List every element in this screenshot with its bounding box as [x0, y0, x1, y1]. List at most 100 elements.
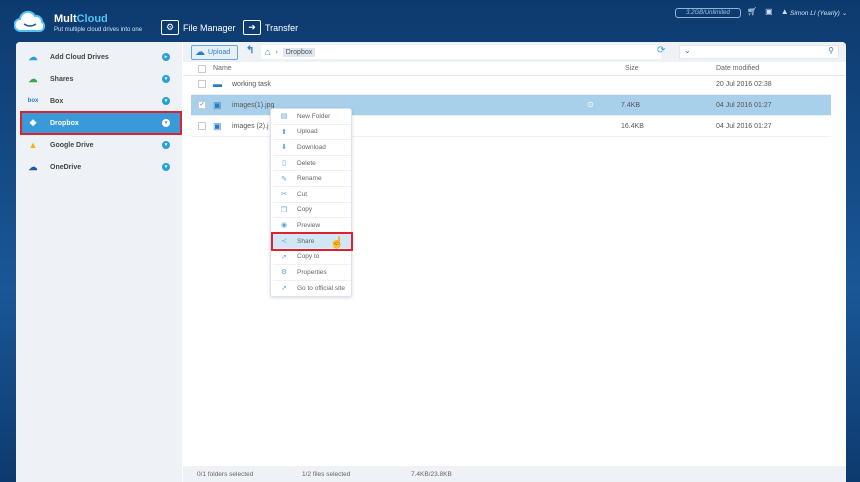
- chevron-down-icon[interactable]: ▾: [162, 97, 170, 105]
- sidebar-item-label: Google Drive: [50, 141, 94, 149]
- cloud-plus-icon: ☁: [28, 51, 38, 62]
- table-row[interactable]: ▬ working task 20 Jul 2016 02:38: [191, 74, 831, 95]
- menu-label: Share: [297, 237, 315, 245]
- copy-icon: ❐: [280, 206, 288, 214]
- image-file-icon: ▣: [213, 100, 222, 110]
- menu-item-preview[interactable]: ◉ Preview: [273, 218, 351, 234]
- eye-icon: ◉: [280, 222, 288, 230]
- chevron-down-icon[interactable]: ▾: [162, 75, 170, 83]
- chevron-down-icon[interactable]: ▾: [162, 141, 170, 149]
- upload-icon: ⬆: [281, 128, 287, 136]
- search-icon[interactable]: ⚲: [828, 46, 834, 55]
- multcloud-logo-icon: [14, 10, 46, 32]
- row-checkbox[interactable]: ✓: [198, 101, 206, 109]
- scissors-icon: ✂: [281, 191, 287, 199]
- brand-name: MultCloud: [54, 13, 108, 25]
- menu-item-delete[interactable]: ▯ Delete: [273, 156, 351, 172]
- menu-label: New Folder: [297, 112, 331, 120]
- message-icon[interactable]: ▣: [765, 7, 773, 16]
- context-menu: ▤ New Folder ⬆ Upload ⬇ Download ▯ Delete ✎ R…: [270, 108, 353, 297]
- tagline: Put multiple cloud drives into one: [54, 27, 143, 33]
- menu-label: Preview: [297, 221, 321, 229]
- chevron-down-icon[interactable]: ▾: [162, 163, 170, 171]
- upload-button[interactable]: ☁ Upload: [191, 45, 238, 60]
- menu-item-upload[interactable]: ⬆ Upload: [273, 125, 351, 141]
- upload-label: Upload: [208, 49, 231, 56]
- gear-folder-icon: ⚙: [161, 20, 179, 35]
- sidebar-item-box[interactable]: box Box ▾: [22, 91, 180, 111]
- row-menu-icon[interactable]: ⊙: [587, 100, 594, 109]
- nav-file-manager[interactable]: ⚙ File Manager: [161, 20, 236, 35]
- external-link-icon: ➚: [281, 285, 287, 293]
- menu-item-new-folder[interactable]: ▤ New Folder: [273, 109, 351, 125]
- sidebar-item-label: Dropbox: [50, 119, 79, 127]
- onedrive-icon: ☁: [28, 161, 38, 172]
- column-size[interactable]: Size: [625, 65, 639, 72]
- menu-item-copy-to[interactable]: ➚ Copy to: [273, 249, 351, 265]
- up-level-icon[interactable]: ↰: [246, 45, 254, 56]
- file-date: 20 Jul 2016 02:38: [716, 81, 772, 88]
- menu-item-rename[interactable]: ✎ Rename: [273, 171, 351, 187]
- row-checkbox[interactable]: [198, 80, 206, 88]
- menu-label: Go to official site: [297, 284, 345, 292]
- nav-label: Transfer: [265, 22, 299, 33]
- user-menu[interactable]: Simon LI (Yearly) ⌄: [790, 9, 847, 17]
- files-selected: 1/2 files selected: [302, 471, 351, 478]
- menu-label: Delete: [297, 159, 316, 167]
- sidebar-item-add-cloud-drives[interactable]: ☁ Add Cloud Drives ▸: [22, 47, 180, 67]
- dropbox-icon: ❖: [28, 117, 38, 128]
- bell-icon[interactable]: ▲: [781, 7, 789, 16]
- box-icon: box: [27, 98, 39, 104]
- column-date[interactable]: Date modified: [716, 65, 759, 72]
- file-size: 16.4KB: [621, 123, 644, 130]
- menu-label: Copy: [297, 206, 313, 214]
- sidebar-item-dropbox[interactable]: ❖ Dropbox ▾: [20, 111, 182, 135]
- menu-item-properties[interactable]: ⚙ Properties: [273, 265, 351, 281]
- share-icon: ☁: [28, 73, 38, 84]
- sidebar-item-label: Box: [50, 97, 64, 105]
- chevron-down-icon[interactable]: ⌄: [684, 46, 691, 55]
- sidebar-item-onedrive[interactable]: ☁ OneDrive ▾: [22, 157, 180, 177]
- sidebar-item-shares[interactable]: ☁ Shares ▾: [22, 69, 180, 89]
- image-file-icon: ▣: [213, 121, 222, 131]
- sidebar-item-google-drive[interactable]: ▲ Google Drive ▾: [22, 135, 180, 155]
- file-size: 7.4KB: [621, 102, 641, 109]
- file-name: images(1).jpg: [232, 102, 275, 109]
- menu-item-cut[interactable]: ✂ Cut: [273, 187, 351, 203]
- chevron-down-icon[interactable]: ▾: [162, 119, 170, 127]
- file-name: working task: [232, 81, 271, 88]
- breadcrumb: ⌂ › Dropbox: [261, 45, 661, 59]
- menu-label: Download: [297, 143, 326, 151]
- chevron-right-icon: ›: [275, 48, 278, 56]
- share-icon: ≺: [281, 238, 287, 246]
- column-name[interactable]: Name: [213, 65, 232, 72]
- menu-label: Properties: [297, 268, 327, 276]
- refresh-icon[interactable]: ⟳: [657, 45, 665, 56]
- menu-label: Cut: [297, 190, 308, 198]
- menu-item-download[interactable]: ⬇ Download: [273, 140, 351, 156]
- nav-transfer[interactable]: ➜ Transfer: [243, 20, 298, 35]
- arrow-folder-icon: ➜: [243, 20, 261, 35]
- breadcrumb-dropbox[interactable]: Dropbox: [282, 47, 316, 57]
- top-bar: MultCloud Put multiple cloud drives into…: [0, 0, 860, 42]
- gear-icon: ⚙: [280, 269, 288, 277]
- cart-icon[interactable]: 🛒︎: [747, 7, 757, 16]
- pencil-icon: ✎: [281, 175, 287, 183]
- select-all-checkbox[interactable]: [198, 65, 206, 73]
- user-name: Simon LI (Yearly): [790, 10, 840, 17]
- download-icon: ⬇: [281, 144, 287, 152]
- chevron-right-icon[interactable]: ▸: [162, 53, 170, 61]
- new-folder-icon: ▤: [280, 113, 288, 121]
- file-name: images (2).j: [232, 123, 269, 130]
- menu-item-official-site[interactable]: ➚ Go to official site: [273, 281, 351, 297]
- row-checkbox[interactable]: [198, 122, 206, 130]
- search-input[interactable]: ⌄ ⚲: [679, 45, 839, 59]
- home-icon[interactable]: ⌂: [265, 47, 270, 57]
- trash-icon: ▯: [282, 160, 286, 168]
- storage-quota[interactable]: 3.2GB/Unlimited: [675, 8, 741, 18]
- folders-selected: 0/1 folders selected: [197, 471, 254, 478]
- status-bar: 0/1 folders selected 1/2 files selected …: [183, 466, 846, 482]
- sidebar: ☁ Add Cloud Drives ▸ ☁ Shares ▾ box Box ▾ ❖ Dro…: [16, 42, 182, 482]
- menu-item-copy[interactable]: ❐ Copy: [273, 203, 351, 219]
- menu-label: Copy to: [297, 253, 320, 261]
